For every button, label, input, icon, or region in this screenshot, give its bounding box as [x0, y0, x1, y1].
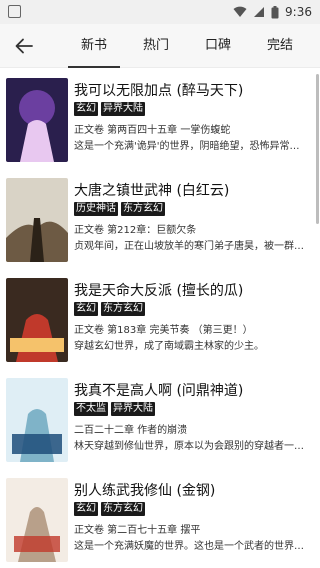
status-bar: 9:36	[0, 0, 320, 24]
back-button[interactable]	[10, 33, 38, 59]
book-title[interactable]: 我可以无限加点 (醉马天下)	[74, 80, 243, 100]
book-tag: 玄幻	[74, 102, 98, 116]
book-item[interactable]: 别人练武我修仙 (金钢) 玄幻 东方玄幻 正文卷 第二百七十五章 摆平 这是一个…	[0, 468, 320, 568]
book-tag: 东方玄幻	[101, 302, 145, 316]
book-desc: 贞观年间，正在山坡放羊的寒门弟子唐昊，被一群…	[74, 241, 304, 252]
book-tag: 玄幻	[74, 502, 98, 516]
book-tag: 历史神话	[74, 202, 118, 216]
tab-reputation[interactable]: 口碑	[188, 24, 248, 68]
book-cover	[6, 478, 68, 562]
signal-icon	[254, 7, 265, 17]
latest-chapter: 正文卷 第183章 完美节奏 （第三更！）	[74, 325, 253, 336]
latest-chapter: 正文卷 第两百四十五章 一掌伤蝮蛇	[74, 125, 231, 136]
tab-new-books[interactable]: 新书	[64, 24, 124, 68]
latest-chapter: 二百二十二章 作者的崩溃	[74, 425, 188, 436]
book-title[interactable]: 别人练武我修仙 (金钢)	[74, 480, 215, 500]
latest-chapter: 正文卷 第212章：巨额欠条	[74, 225, 197, 236]
book-tag: 异界大陆	[101, 102, 145, 116]
tab-completed[interactable]: 完结	[250, 24, 310, 68]
book-item[interactable]: 我是天命大反派 (擅长的瓜) 玄幻 东方玄幻 正文卷 第183章 完美节奏 （第…	[0, 268, 320, 368]
book-tag: 东方玄幻	[121, 202, 165, 216]
book-title[interactable]: 我真不是高人啊 (问鼎神道)	[74, 380, 243, 400]
book-item[interactable]: 大唐之镇世武神 (白红云) 历史神话 东方玄幻 正文卷 第212章：巨额欠条 贞…	[0, 168, 320, 268]
status-time: 9:36	[285, 5, 312, 19]
book-item[interactable]: 我可以无限加点 (醉马天下) 玄幻 异界大陆 正文卷 第两百四十五章 一掌伤蝮蛇…	[0, 68, 320, 168]
app-notification-icon	[8, 5, 21, 18]
book-tag: 异界大陆	[111, 402, 155, 416]
tab-popular[interactable]: 热门	[126, 24, 186, 68]
book-desc: 这是一个充满'诡异'的世界，阴暗绝望，恐怖异常…	[74, 141, 300, 152]
latest-chapter: 正文卷 第二百七十五章 摆平	[74, 525, 201, 536]
book-desc: 林天穿越到修仙世界，原本以为会跟别的穿越者一…	[74, 441, 304, 452]
book-cover	[6, 78, 68, 162]
book-cover	[6, 278, 68, 362]
battery-icon	[271, 5, 279, 18]
book-desc: 穿越玄幻世界，成了南域霸主林家的少主。	[74, 341, 264, 352]
book-list[interactable]: 我可以无限加点 (醉马天下) 玄幻 异界大陆 正文卷 第两百四十五章 一掌伤蝮蛇…	[0, 68, 320, 568]
back-arrow-icon	[15, 38, 33, 54]
book-tag: 不太监	[74, 402, 108, 416]
book-item[interactable]: 我真不是高人啊 (问鼎神道) 不太监 异界大陆 二百二十二章 作者的崩溃 林天穿…	[0, 368, 320, 468]
book-cover	[6, 378, 68, 462]
book-desc: 这是一个充满妖魔的世界。这也是一个武者的世界…	[74, 541, 304, 552]
book-tag: 东方玄幻	[101, 502, 145, 516]
book-title[interactable]: 大唐之镇世武神 (白红云)	[74, 180, 229, 200]
wifi-icon	[233, 6, 247, 17]
top-nav: 新书 热门 口碑 完结	[0, 24, 320, 68]
book-tag: 玄幻	[74, 302, 98, 316]
book-title[interactable]: 我是天命大反派 (擅长的瓜)	[74, 280, 243, 300]
book-cover	[6, 178, 68, 262]
